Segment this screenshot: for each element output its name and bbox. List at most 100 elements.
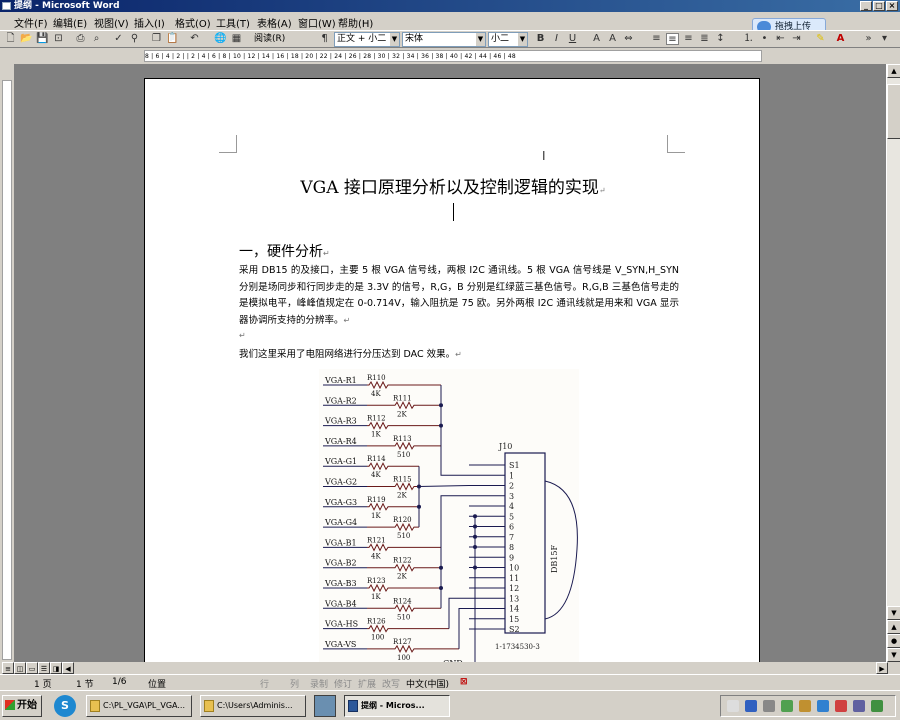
- italic-button[interactable]: I: [550, 33, 563, 45]
- scroll-right-icon[interactable]: ▶: [876, 662, 888, 674]
- quicklaunch-s-icon[interactable]: S: [54, 695, 76, 717]
- new-document-icon[interactable]: 🗋: [4, 33, 17, 45]
- minimize-button[interactable]: _: [860, 1, 872, 11]
- status-ovr[interactable]: 改写: [382, 677, 400, 690]
- ground-junction-dot: [473, 534, 477, 539]
- tray-volume-icon[interactable]: [817, 700, 829, 712]
- bold-button[interactable]: B: [534, 33, 547, 45]
- status-trk[interactable]: 修订: [334, 677, 352, 690]
- increase-indent-icon[interactable]: ⇥: [790, 33, 803, 45]
- taskbar-folder-users[interactable]: C:\Users\Adminis...: [200, 695, 306, 717]
- word-icon: [348, 700, 358, 712]
- char-scale-icon[interactable]: ⇔: [622, 33, 635, 45]
- print-preview-icon[interactable]: ⌕: [90, 33, 103, 45]
- web-view-icon[interactable]: ◫: [14, 662, 26, 674]
- start-button[interactable]: 开始: [2, 695, 42, 717]
- tray-shield-icon[interactable]: [799, 700, 811, 712]
- window-title: 提纲 - Microsoft Word: [14, 1, 120, 11]
- line-spacing-icon[interactable]: ↕: [714, 33, 727, 45]
- status-ext[interactable]: 扩展: [358, 677, 376, 690]
- char-shading-icon[interactable]: A: [606, 33, 619, 45]
- font-color-button[interactable]: A: [834, 33, 847, 45]
- next-page-icon[interactable]: ▼: [887, 648, 900, 662]
- tray-app-icon[interactable]: [763, 700, 775, 712]
- style-select[interactable]: 正文 + 小二 ▼: [334, 32, 400, 47]
- connector-pin-label: 7: [509, 533, 514, 542]
- hyperlink-icon[interactable]: 🌐: [214, 33, 227, 45]
- status-line: 行: [260, 680, 270, 690]
- document-page[interactable]: I VGA 接口原理分析以及控制逻辑的实现↵ 一，硬件分析↵ 采用 DB15 的…: [144, 78, 760, 662]
- bullets-icon[interactable]: •: [758, 33, 771, 45]
- folder-icon: [90, 700, 100, 712]
- status-rec[interactable]: 录制: [310, 677, 328, 690]
- outline-view-icon[interactable]: ☰: [38, 662, 50, 674]
- horizontal-ruler[interactable]: 8 | 6 | 4 | 2 | | 2 | 4 | 6 | 8 | 10 | 1…: [144, 50, 762, 62]
- print-layout-icon[interactable]: ▭: [26, 662, 38, 674]
- permission-icon[interactable]: ⊡: [52, 33, 65, 45]
- spelling-status-icon[interactable]: ⊠: [460, 677, 468, 687]
- align-right-icon[interactable]: ≡: [682, 33, 695, 45]
- print-icon[interactable]: ⎙: [74, 33, 87, 45]
- menu-insert[interactable]: 插入(I): [134, 15, 165, 30]
- align-center-icon[interactable]: ≡: [666, 33, 679, 45]
- ibeam-cursor-icon: I: [542, 149, 546, 163]
- taskbar-folder-pl-vga[interactable]: C:\PL_VGA\PL_VGA...: [86, 695, 192, 717]
- styles-pane-icon[interactable]: ¶: [318, 33, 331, 45]
- ground-junction-dot: [473, 514, 477, 519]
- close-button[interactable]: ×: [886, 1, 898, 11]
- maximize-button[interactable]: □: [873, 1, 885, 11]
- menu-help[interactable]: 帮助(H): [338, 15, 373, 30]
- tray-chevron-icon[interactable]: [727, 700, 739, 712]
- menu-view[interactable]: 视图(V): [94, 15, 129, 30]
- undo-icon[interactable]: ↶: [188, 33, 201, 45]
- toolbar-options-icon[interactable]: »: [862, 33, 875, 45]
- scroll-thumb[interactable]: [887, 84, 900, 139]
- font-size-select[interactable]: 小二 ▼: [488, 32, 528, 47]
- menu-file[interactable]: 文件(F): [14, 15, 48, 30]
- decrease-indent-icon[interactable]: ⇤: [774, 33, 787, 45]
- tray-monitor-icon[interactable]: [781, 700, 793, 712]
- tray-ime-icon[interactable]: [853, 700, 865, 712]
- align-left-icon[interactable]: ≡: [650, 33, 663, 45]
- reading-view-icon[interactable]: ◨: [50, 662, 62, 674]
- read-mode-button[interactable]: 阅读(R): [254, 33, 285, 46]
- taskbar-word-document[interactable]: 提纲 - Micros...: [344, 695, 450, 717]
- char-border-icon[interactable]: A: [590, 33, 603, 45]
- prev-page-icon[interactable]: ▲: [887, 620, 900, 634]
- menu-format[interactable]: 格式(O): [175, 15, 211, 30]
- research-icon[interactable]: ⚲: [128, 33, 141, 45]
- resistor-ref-label: R122: [393, 557, 412, 565]
- scroll-down-icon[interactable]: ▼: [887, 606, 900, 620]
- normal-view-icon[interactable]: ≡: [2, 662, 14, 674]
- paste-icon[interactable]: 📋: [166, 33, 179, 45]
- open-folder-icon[interactable]: 📂: [20, 33, 33, 45]
- tray-alert-icon[interactable]: [835, 700, 847, 712]
- scroll-left-icon[interactable]: ◀: [62, 662, 74, 674]
- signal-label: VGA-G1: [324, 457, 357, 466]
- save-icon[interactable]: 💾: [36, 33, 49, 45]
- menu-window[interactable]: 窗口(W): [298, 15, 336, 30]
- numbering-icon[interactable]: ⒈: [742, 33, 755, 45]
- menu-table[interactable]: 表格(A): [257, 15, 292, 30]
- quicklaunch-app-icon[interactable]: [314, 695, 336, 717]
- select-browse-object-icon[interactable]: ●: [887, 634, 900, 648]
- tray-security-icon[interactable]: [871, 700, 883, 712]
- connector-type-label: DB15F: [550, 545, 559, 573]
- toolbar-more-icon[interactable]: ▾: [878, 33, 891, 45]
- resistor-value-label: 100: [371, 634, 384, 642]
- resistor-ref-label: R114: [367, 455, 386, 463]
- menu-tools[interactable]: 工具(T): [216, 15, 250, 30]
- resistor-value-label: 2K: [397, 573, 407, 581]
- scroll-up-icon[interactable]: ▲: [887, 64, 900, 78]
- underline-button[interactable]: U: [566, 33, 579, 45]
- font-select[interactable]: 宋体 ▼: [402, 32, 486, 47]
- spelling-icon[interactable]: ✓: [112, 33, 125, 45]
- vertical-ruler[interactable]: [2, 80, 12, 660]
- tray-network-icon[interactable]: [745, 700, 757, 712]
- vertical-scrollbar[interactable]: ▲ ▼ ▲ ● ▼: [886, 64, 900, 662]
- copy-icon[interactable]: ❐: [150, 33, 163, 45]
- menu-edit[interactable]: 编辑(E): [53, 15, 87, 30]
- table-icon[interactable]: ▦: [230, 33, 243, 45]
- highlight-icon[interactable]: ✎: [814, 33, 827, 45]
- justify-icon[interactable]: ≣: [698, 33, 711, 45]
